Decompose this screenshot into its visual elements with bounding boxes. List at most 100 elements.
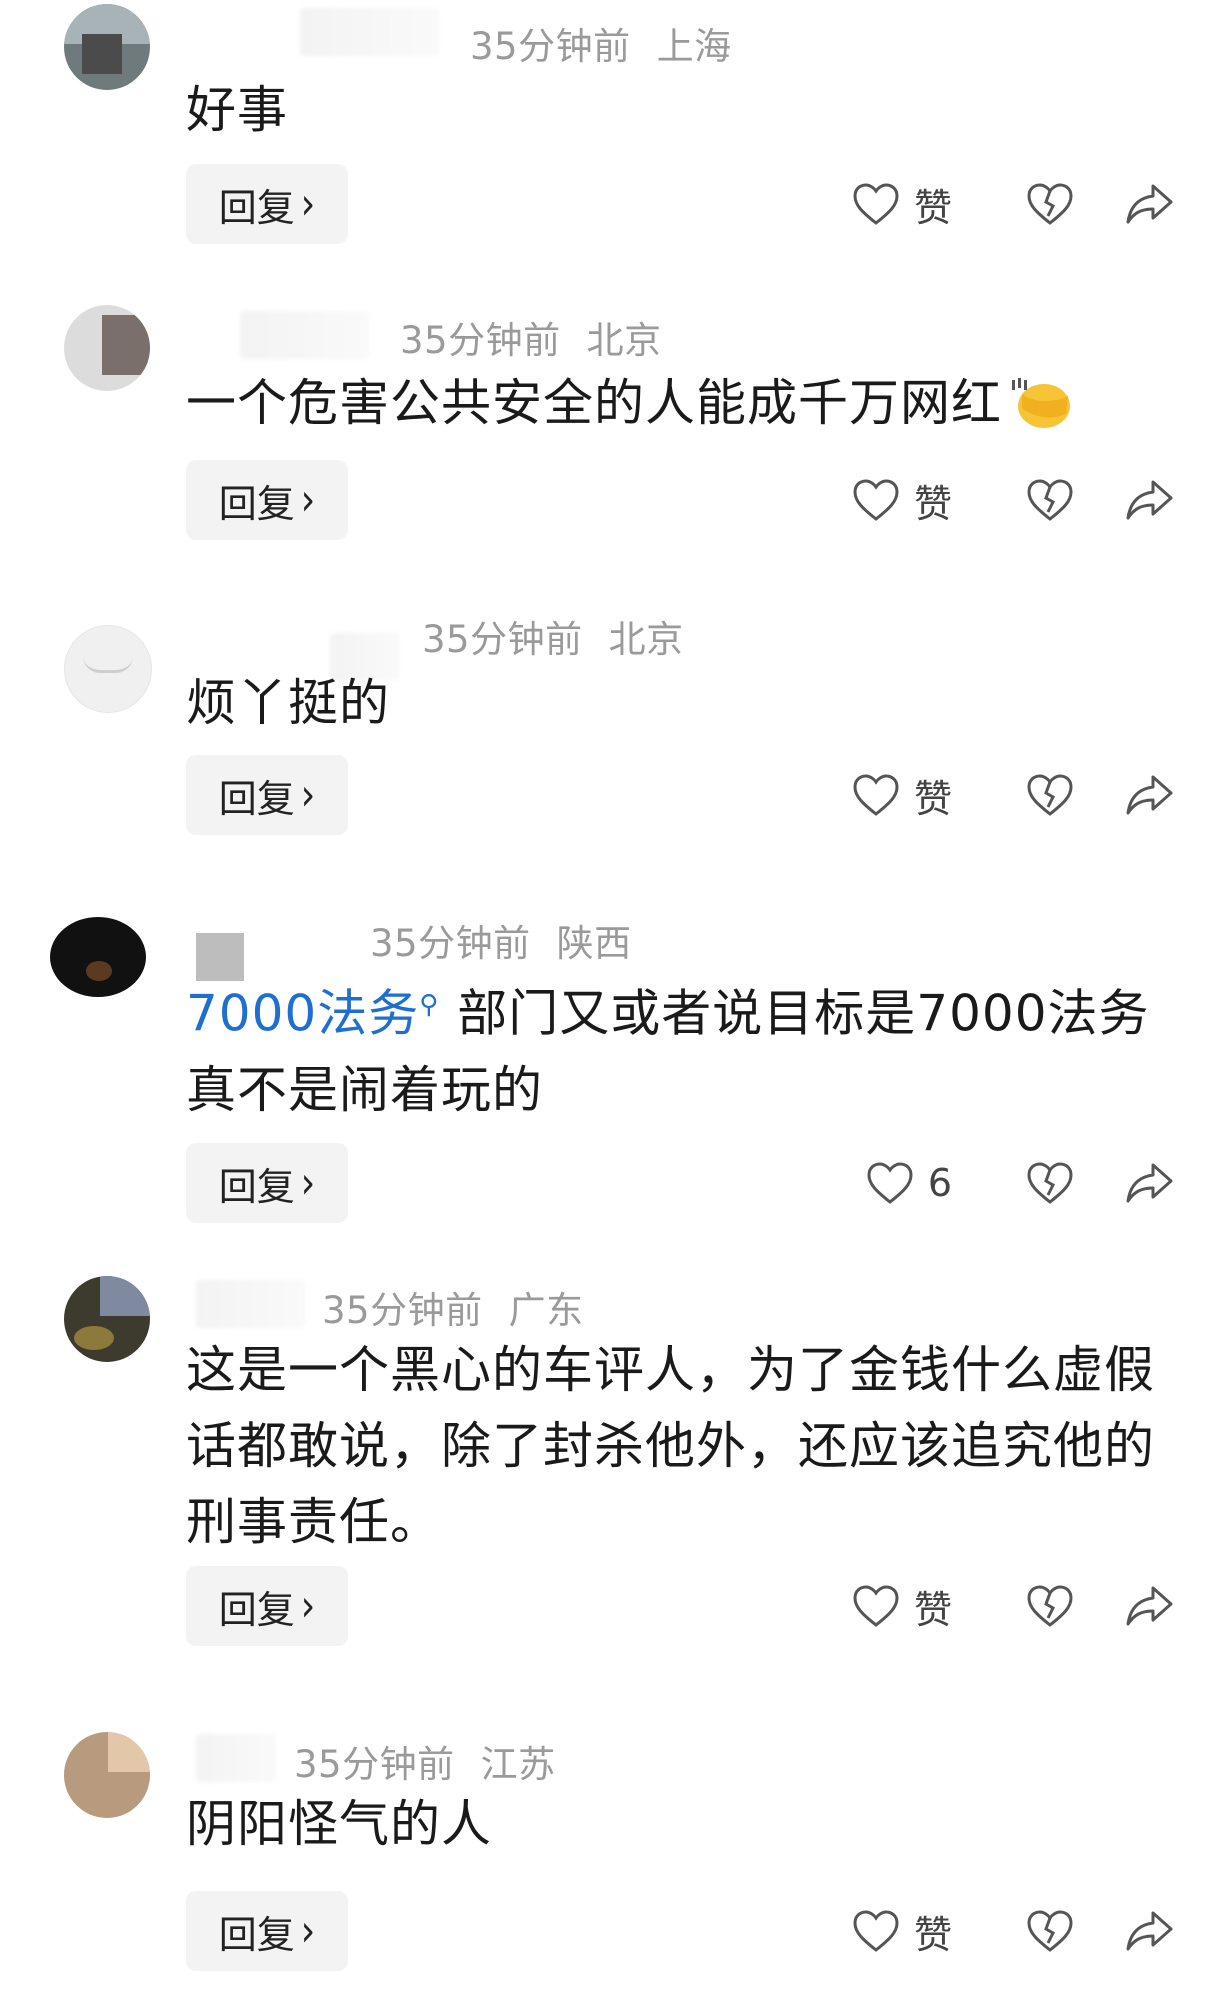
like-button[interactable]: 赞 [852,1891,952,1971]
chevron-right-icon: › [300,1906,316,1956]
comment-actions: 6 [780,1143,1180,1223]
comment-location: 北京 [586,319,662,362]
comment-actions: 赞 [780,460,1180,540]
like-button[interactable]: 赞 [852,460,952,540]
comment-actions: 赞 [780,755,1180,835]
broken-heart-icon [1026,773,1074,817]
dislike-button[interactable] [1020,1143,1080,1223]
chevron-right-icon: › [300,770,316,820]
share-arrow-icon [1125,478,1175,522]
avatar[interactable] [64,305,150,391]
broken-heart-icon [1026,478,1074,522]
heart-outline-icon [866,1161,914,1205]
heart-outline-icon [852,478,900,522]
chevron-right-icon: › [300,1158,316,1208]
share-button[interactable] [1120,755,1180,835]
chevron-right-icon: › [300,475,316,525]
avatar[interactable] [50,917,146,997]
avatar[interactable] [64,625,152,713]
broken-heart-icon [1026,1909,1074,1953]
comment-time: 35分钟前 [370,922,531,965]
reply-label: 回复 [218,1587,295,1632]
topic-tag-link[interactable]: 7000法务 [186,985,419,1043]
comment-text: 这是一个黑心的车评人，为了金钱什么虚假话都敢说，除了封杀他外，还应该追究他的刑事… [186,1332,1166,1560]
like-button[interactable]: 赞 [852,164,952,244]
comment-meta: 35分钟前 陕西 [370,913,632,967]
share-arrow-icon [1125,182,1175,226]
avatar[interactable] [64,1276,150,1362]
username[interactable] [196,1280,306,1328]
like-label: 赞 [913,776,952,821]
dislike-button[interactable] [1020,1566,1080,1646]
share-arrow-icon [1125,1584,1175,1628]
share-arrow-icon [1125,1161,1175,1205]
reply-label: 回复 [218,481,295,526]
share-button[interactable] [1120,1566,1180,1646]
reply-label: 回复 [218,776,295,821]
comment-meta: 35分钟前 上海 [470,16,732,70]
comment-actions: 赞 [780,1891,1180,1971]
reply-label: 回复 [218,1912,295,1957]
comment-text: 好事 [186,72,1166,148]
like-label: 赞 [913,1912,952,1957]
comment-time: 35分钟前 [470,25,631,68]
like-button[interactable]: 赞 [852,755,952,835]
comment-text: 7000法务⚲ 部门又或者说目标是7000法务真不是闹着玩的 [186,967,1166,1128]
facepalm-emoji-icon [1008,374,1074,432]
comment-location: 江苏 [480,1743,556,1786]
reply-button[interactable]: 回复 › [186,1143,348,1223]
comment-text-content: 烦丫挺的 [186,674,390,732]
comment-location: 北京 [608,618,684,661]
comment-text: 烦丫挺的 [186,665,1166,741]
share-button[interactable] [1120,460,1180,540]
comment-list: 35分钟前 上海 好事 回复 › 赞 35分钟前 北京 一个危害公共安全的人能成… [0,0,1223,1993]
reply-button[interactable]: 回复 › [186,1891,348,1971]
search-icon: ⚲ [419,990,440,1020]
like-button[interactable]: 6 [866,1143,952,1223]
comment-meta: 35分钟前 北京 [422,609,684,663]
heart-outline-icon [852,1584,900,1628]
share-button[interactable] [1120,164,1180,244]
reply-label: 回复 [218,1164,295,1209]
broken-heart-icon [1026,1584,1074,1628]
dislike-button[interactable] [1020,164,1080,244]
comment-time: 35分钟前 [400,319,561,362]
heart-outline-icon [852,773,900,817]
comment-meta: 35分钟前 北京 [400,310,662,364]
like-label: 赞 [913,481,952,526]
comment-time: 35分钟前 [294,1743,455,1786]
comment-location: 上海 [656,25,732,68]
like-count: 6 [927,1161,952,1205]
reply-button[interactable]: 回复 › [186,164,348,244]
comment-location: 陕西 [556,922,632,965]
share-arrow-icon [1125,1909,1175,1953]
avatar[interactable] [64,1732,150,1818]
chevron-right-icon: › [300,1581,316,1631]
dislike-button[interactable] [1020,1891,1080,1971]
like-button[interactable]: 赞 [852,1566,952,1646]
share-arrow-icon [1125,773,1175,817]
comment-text: 一个危害公共安全的人能成千万网红 [186,365,1166,441]
share-button[interactable] [1120,1143,1180,1223]
comment-text: 阴阳怪气的人 [186,1786,1166,1862]
dislike-button[interactable] [1020,460,1080,540]
comment-meta: 35分钟前 广东 [322,1280,584,1334]
reply-label: 回复 [218,185,295,230]
reply-button[interactable]: 回复 › [186,460,348,540]
username[interactable] [196,1734,276,1782]
comment-time: 35分钟前 [322,1289,483,1332]
reply-button[interactable]: 回复 › [186,755,348,835]
comment-text-content: 这是一个黑心的车评人，为了金钱什么虚假话都敢说，除了封杀他外，还应该追究他的刑事… [186,1341,1155,1551]
comment-time: 35分钟前 [422,618,583,661]
share-button[interactable] [1120,1891,1180,1971]
broken-heart-icon [1026,182,1074,226]
reply-button[interactable]: 回复 › [186,1566,348,1646]
comment-actions: 赞 [780,164,1180,244]
avatar[interactable] [64,4,150,90]
like-label: 赞 [913,1587,952,1632]
comment-text-content: 一个危害公共安全的人能成千万网红 [186,374,1002,432]
username[interactable] [240,311,370,359]
username[interactable] [300,8,440,56]
dislike-button[interactable] [1020,755,1080,835]
comment-text-content: 好事 [186,81,288,139]
